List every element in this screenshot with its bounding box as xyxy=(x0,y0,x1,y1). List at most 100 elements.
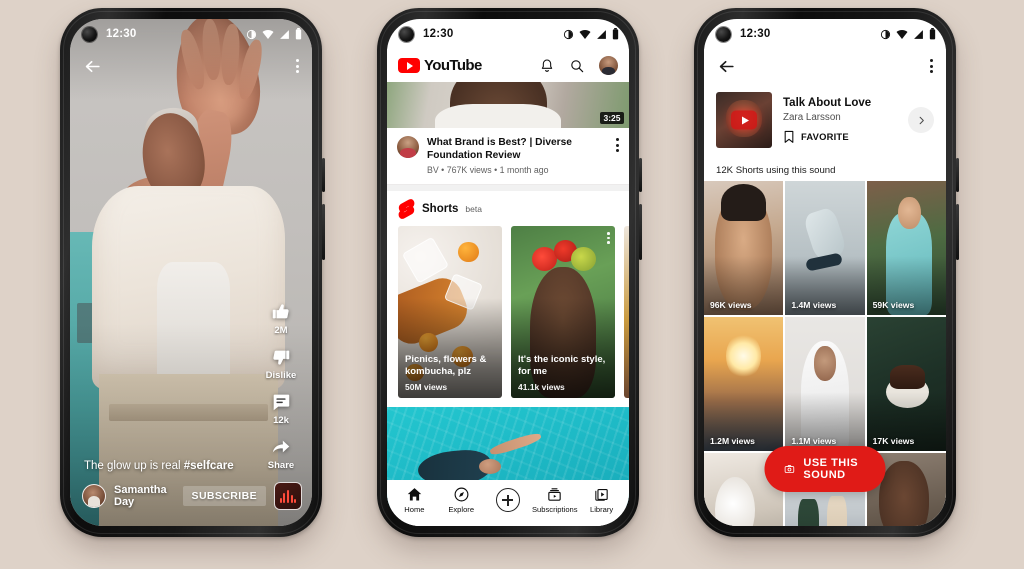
video-subtitle: BV • 767K views • 1 month ago xyxy=(427,165,549,176)
battery-icon xyxy=(612,28,619,40)
nav-label: Home xyxy=(404,505,425,514)
sound-page-top-bar xyxy=(704,49,946,83)
sound-usage-count: 12K Shorts using this sound xyxy=(704,159,946,181)
camera-punch-hole xyxy=(82,26,97,42)
grid-cell[interactable]: 1.2M views xyxy=(704,317,784,451)
dislike-label: Dislike xyxy=(265,370,297,381)
shorts-logo-icon xyxy=(398,199,415,219)
account-avatar[interactable] xyxy=(599,56,618,75)
subscriptions-icon xyxy=(548,488,562,501)
shorts-beta-badge: beta xyxy=(465,204,482,215)
more-vertical-icon[interactable] xyxy=(607,232,610,244)
nav-item-create[interactable] xyxy=(485,488,532,512)
like-count: 2M xyxy=(274,325,288,336)
signal-icon xyxy=(914,29,923,39)
nav-item-explore[interactable]: Explore xyxy=(438,486,485,514)
youtube-play-icon xyxy=(398,58,420,73)
cell-views: 96K views xyxy=(710,300,752,310)
more-vertical-icon[interactable] xyxy=(930,59,933,73)
back-arrow-icon[interactable] xyxy=(83,57,102,76)
shorts-card-row[interactable]: Picnics, flowers & kombucha, plz 50M vie… xyxy=(387,226,629,399)
sound-artwork[interactable] xyxy=(716,92,772,148)
channel-avatar[interactable] xyxy=(82,484,106,508)
contrast-icon xyxy=(246,29,257,39)
play-icon xyxy=(731,110,757,130)
chevron-right-icon[interactable] xyxy=(908,107,934,133)
cell-views: 59K views xyxy=(872,300,915,310)
shorts-top-bar xyxy=(70,49,312,83)
sound-title: Talk About Love xyxy=(783,96,872,109)
contrast-icon xyxy=(880,29,891,39)
status-time: 12:30 xyxy=(423,28,454,40)
compass-icon xyxy=(454,487,469,502)
shorts-label: Shorts xyxy=(422,203,459,216)
nav-label: Explore xyxy=(448,505,475,514)
cell-views: 1.2M views xyxy=(710,436,755,446)
grid-cell[interactable]: 1.4M views xyxy=(785,181,865,315)
status-bar: 12:30 xyxy=(387,19,629,49)
nav-item-subscriptions[interactable]: Subscriptions xyxy=(531,486,578,514)
status-icons xyxy=(880,28,936,40)
shorts-caption: The glow up is real #selfcare xyxy=(84,460,234,472)
youtube-header: YouTube xyxy=(387,49,629,82)
shorts-card-title: It's the iconic style, for me xyxy=(518,354,606,378)
contrast-icon xyxy=(563,29,574,39)
phone-device-sound-page: 12:30 Talk About Love Zara Larsson FAVOR… xyxy=(694,8,959,537)
bell-icon[interactable] xyxy=(539,58,555,74)
nav-label: Library xyxy=(589,505,614,514)
wifi-icon xyxy=(579,29,591,39)
shorts-card-views: 41.1k views xyxy=(518,382,565,393)
camera-punch-hole xyxy=(399,26,414,42)
sound-equalizer-icon[interactable] xyxy=(274,482,302,510)
grid-cell[interactable]: 96K views xyxy=(704,181,784,315)
share-button[interactable]: Share xyxy=(268,436,294,471)
cell-views: 1.1M views xyxy=(791,436,837,446)
more-vertical-icon[interactable] xyxy=(616,138,619,175)
shorts-card-peek[interactable] xyxy=(624,226,629,399)
phone3-screen: 12:30 Talk About Love Zara Larsson FAVOR… xyxy=(704,19,946,526)
screenshot-stage: 12:30 2M Dislike 12k Share The glow up i… xyxy=(0,0,1024,569)
grid-cell[interactable]: 1.1M views xyxy=(785,317,865,451)
share-label: Share xyxy=(267,460,295,471)
shorts-footer: Samantha Day SUBSCRIBE xyxy=(82,482,302,510)
shorts-card[interactable]: Picnics, flowers & kombucha, plz 50M vie… xyxy=(398,226,502,399)
status-bar: 12:30 xyxy=(70,19,312,49)
caption-hashtag: #selfcare xyxy=(183,460,234,472)
phone1-screen: 12:30 2M Dislike 12k Share The glow up i… xyxy=(70,19,312,526)
favorite-label: FAVORITE xyxy=(801,131,849,142)
shorts-card-title: Picnics, flowers & kombucha, plz xyxy=(405,354,487,378)
favorite-button[interactable]: FAVORITE xyxy=(783,130,897,144)
signal-icon xyxy=(280,29,289,39)
shorts-card-views: 50M views xyxy=(405,382,448,393)
status-icons xyxy=(246,28,302,40)
cell-views: 17K views xyxy=(872,436,915,446)
video-duration: 3:25 xyxy=(599,112,624,124)
grid-cell[interactable]: 17K views xyxy=(866,317,946,451)
status-icons xyxy=(563,28,619,40)
dislike-button[interactable]: Dislike xyxy=(265,346,297,381)
nav-item-library[interactable]: Library xyxy=(578,486,625,514)
phone-device-youtube-home: 12:30 YouTube 3:25 What Brand is Best? |… xyxy=(377,8,642,537)
video-thumbnail[interactable]: 3:25 xyxy=(387,82,629,128)
youtube-wordmark: YouTube xyxy=(424,57,482,74)
shorts-card[interactable]: It's the iconic style, for me 41.1k view… xyxy=(511,226,615,399)
search-icon[interactable] xyxy=(569,58,585,74)
channel-name: Samantha Day xyxy=(114,484,167,508)
bookmark-icon xyxy=(784,130,794,143)
grid-cell[interactable]: 59K views xyxy=(866,181,946,315)
more-vertical-icon[interactable] xyxy=(296,59,299,73)
use-this-sound-button[interactable]: USE THIS SOUND xyxy=(764,446,886,492)
camera-icon xyxy=(784,465,795,473)
back-arrow-icon[interactable] xyxy=(717,57,736,76)
signal-icon xyxy=(597,29,606,39)
plus-circle-icon xyxy=(495,488,520,512)
video-channel-avatar[interactable] xyxy=(397,136,419,158)
nav-item-home[interactable]: Home xyxy=(391,486,438,514)
comment-button[interactable]: 12k xyxy=(270,391,292,426)
caption-text: The glow up is real xyxy=(84,460,184,472)
status-time: 12:30 xyxy=(106,28,137,40)
youtube-logo[interactable]: YouTube xyxy=(398,57,482,74)
subscribe-button[interactable]: SUBSCRIBE xyxy=(182,486,266,506)
like-button[interactable]: 2M xyxy=(270,301,292,336)
wifi-icon xyxy=(262,29,274,39)
